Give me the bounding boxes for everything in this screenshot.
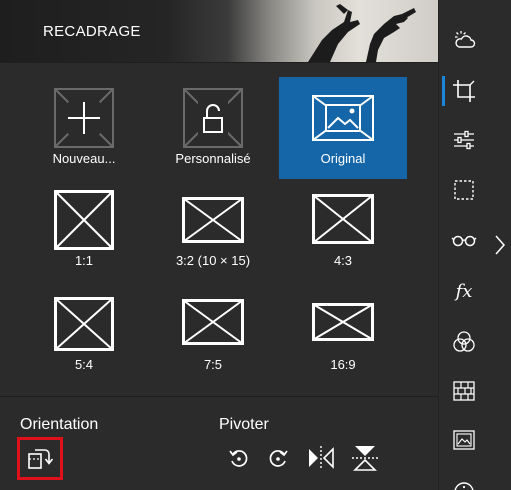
preset-label: 1:1	[74, 253, 94, 268]
color-circles-icon	[453, 331, 475, 352]
ratio-7-5-icon	[149, 299, 277, 345]
rail-texture[interactable]	[439, 371, 489, 411]
picture-frame-icon	[453, 430, 475, 450]
preset-custom[interactable]: Personnalisé	[149, 78, 277, 180]
flip-horizontal-icon	[309, 446, 334, 470]
preset-label: 3:2 (10 × 15)	[175, 253, 251, 268]
fx-icon: fx	[455, 280, 473, 302]
rail-info[interactable]	[439, 472, 489, 490]
preset-7-5[interactable]: 7:5	[149, 293, 277, 395]
preset-4-3[interactable]: 4:3	[279, 188, 407, 290]
preset-original[interactable]: Original	[279, 77, 407, 179]
chevron-right-icon	[495, 235, 506, 255]
header-image	[308, 4, 416, 62]
crop-icon	[453, 80, 475, 102]
rotate-left-button[interactable]	[225, 444, 253, 472]
panel-expand-button[interactable]	[489, 0, 511, 490]
lock-icon	[149, 88, 277, 148]
rail-eye[interactable]	[439, 220, 489, 260]
header-divider	[0, 62, 438, 63]
rail-selection[interactable]	[439, 170, 489, 210]
preset-1-1[interactable]: 1:1	[20, 188, 148, 290]
preset-label: 7:5	[203, 357, 223, 372]
orientation-label: Orientation	[20, 416, 99, 433]
preset-label: 5:4	[74, 357, 94, 372]
rail-effects[interactable]: fx	[439, 271, 489, 311]
glasses-icon	[451, 235, 477, 247]
section-divider	[0, 396, 438, 397]
info-icon	[454, 482, 474, 490]
preset-5-4[interactable]: 5:4	[20, 293, 148, 395]
preset-label: Original	[320, 151, 366, 166]
flip-vertical-button[interactable]	[350, 443, 380, 473]
new-preset-icon	[20, 88, 148, 148]
preset-new[interactable]: Nouveau...	[20, 78, 148, 180]
orientation-swap-icon	[28, 448, 53, 469]
tool-rail: fx	[438, 0, 488, 490]
ratio-4-3-icon	[279, 194, 407, 244]
flip-vertical-icon	[352, 446, 378, 471]
rotate-right-button[interactable]	[264, 444, 292, 472]
rotate-label: Pivoter	[219, 416, 269, 433]
preset-label: Nouveau...	[52, 151, 116, 166]
ratio-16-9-icon	[279, 303, 407, 341]
picture-icon	[279, 95, 407, 141]
preset-label: 4:3	[333, 253, 353, 268]
preset-label: 16:9	[330, 357, 356, 372]
panel-title: RECADRAGE	[43, 23, 141, 40]
ratio-1-1-icon	[20, 190, 148, 250]
preset-label: Personnalisé	[175, 151, 251, 166]
preset-16-9[interactable]: 16:9	[279, 293, 407, 395]
sliders-icon	[454, 130, 474, 150]
rail-weather[interactable]	[439, 20, 489, 60]
preset-3-2[interactable]: 3:2 (10 × 15)	[149, 188, 277, 290]
selection-icon	[454, 180, 474, 200]
flip-horizontal-button[interactable]	[306, 443, 336, 473]
ratio-5-4-icon	[20, 297, 148, 351]
ratio-3-2-icon	[149, 197, 277, 243]
crop-panel: RECADRAGE Nouveau... Personnalisé Origin…	[0, 0, 438, 490]
texture-icon	[453, 381, 475, 401]
rail-crop[interactable]	[439, 71, 489, 111]
rail-adjust[interactable]	[439, 120, 489, 160]
rotate-right-icon	[269, 450, 288, 467]
rail-picture[interactable]	[439, 420, 489, 460]
rail-color[interactable]	[439, 322, 489, 362]
weather-icon	[455, 31, 476, 48]
orientation-button[interactable]	[17, 437, 63, 480]
panel-header: RECADRAGE	[0, 0, 438, 62]
rotate-left-icon	[229, 450, 248, 467]
